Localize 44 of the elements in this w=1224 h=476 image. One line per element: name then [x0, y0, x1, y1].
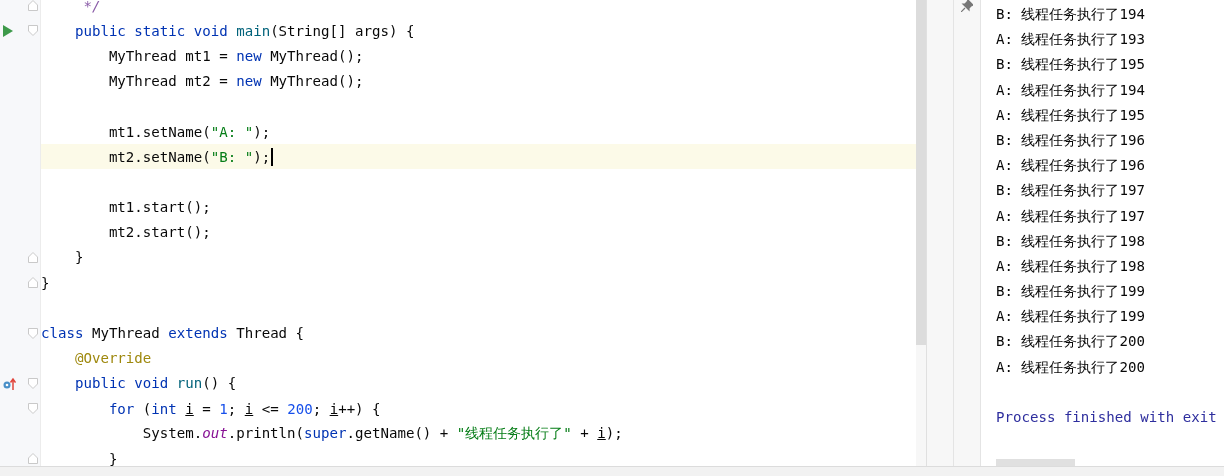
- code-line: }: [41, 274, 50, 291]
- console-line: B: 线程任务执行了199: [996, 282, 1145, 302]
- fold-icon: [28, 403, 38, 415]
- override-icon: [3, 376, 16, 390]
- console-line: B: 线程任务执行了200: [996, 332, 1145, 352]
- fold-icon: [28, 377, 38, 389]
- console-line: A: 线程任务执行了198: [996, 256, 1145, 276]
- console-line: A: 线程任务执行了199: [996, 307, 1145, 327]
- code-line: MyThread mt2 = new MyThread();: [107, 73, 364, 90]
- console-line: B: 线程任务执行了196: [996, 130, 1145, 150]
- code-line: @Override: [73, 350, 152, 367]
- scrollbar-thumb[interactable]: [916, 0, 926, 345]
- code-line: }: [107, 450, 118, 466]
- code-line: mt1.setName("A: ");: [107, 123, 271, 140]
- fold-icon: [28, 251, 38, 263]
- code-line: */: [82, 0, 101, 14]
- pin-icon: [961, 0, 973, 12]
- console-line: B: 线程任务执行了198: [996, 231, 1145, 251]
- run-icon: [3, 24, 13, 37]
- console-line: A: 线程任务执行了200: [996, 357, 1145, 377]
- console-line: A: 线程任务执行了196: [996, 156, 1145, 176]
- console-line: A: 线程任务执行了195: [996, 105, 1145, 125]
- console-line: A: 线程任务执行了197: [996, 206, 1145, 226]
- code-line: public void run() {: [73, 375, 237, 392]
- scrollbar-thumb[interactable]: [996, 459, 1075, 466]
- console-line: A: 线程任务执行了193: [996, 30, 1145, 50]
- code-line: public static void main(String[] args) {: [73, 22, 415, 39]
- text-cursor: [271, 147, 273, 166]
- fold-icon: [28, 277, 38, 289]
- code-line: class MyThread extends Thread {: [41, 325, 305, 342]
- console-line: B: 线程任务执行了195: [996, 55, 1145, 75]
- code-line: }: [73, 249, 84, 266]
- code-line: mt2.setName("B: ");: [107, 148, 271, 165]
- fold-icon: [28, 327, 38, 339]
- console-line: B: 线程任务执行了194: [996, 5, 1145, 24]
- console-line: A: 线程任务执行了194: [996, 80, 1145, 100]
- code-line: System.out.println(super.getName() + "线程任务执行了" + i);: [141, 424, 623, 444]
- code-line: mt2.start();: [107, 224, 211, 241]
- console-line: B: 线程任务执行了197: [996, 181, 1145, 201]
- code-line: for (int i = 1; i <= 200; i++) {: [107, 400, 381, 417]
- code-line: MyThread mt1 = new MyThread();: [107, 47, 364, 64]
- code-line: mt1.start();: [107, 199, 211, 216]
- process-status: Process finished with exit: [996, 407, 1217, 427]
- fold-icon: [28, 25, 38, 37]
